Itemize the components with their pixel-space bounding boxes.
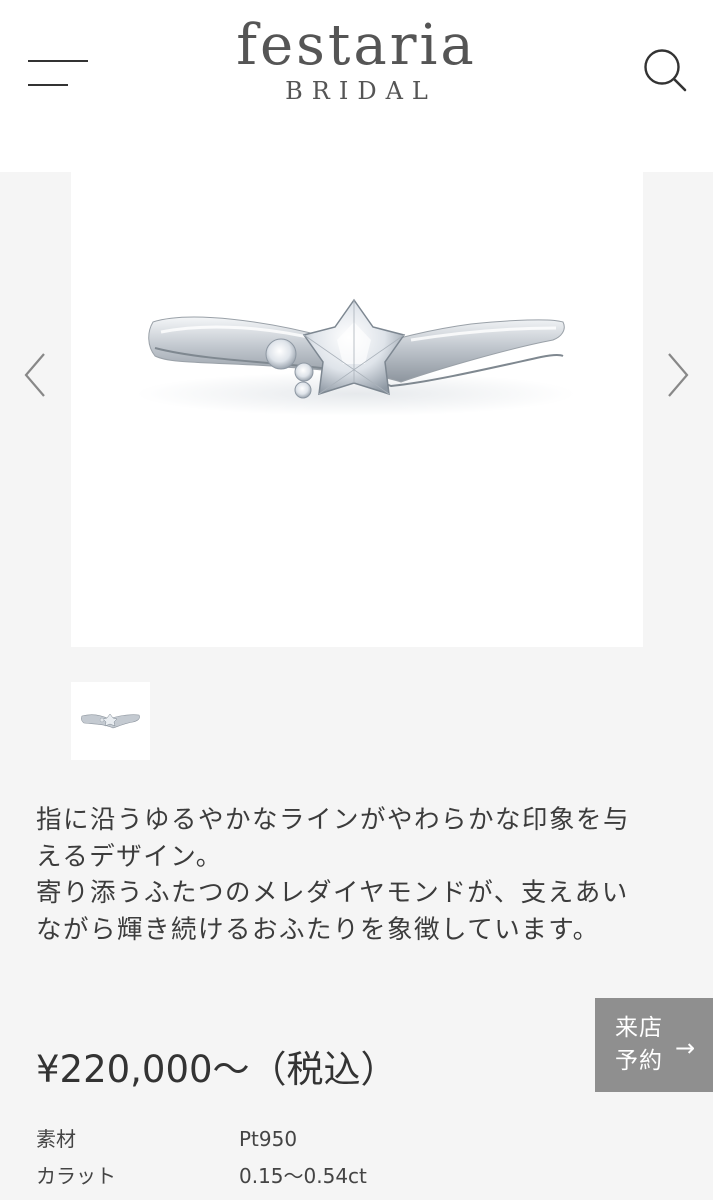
brand-name: festaria [236,13,477,78]
chevron-left-icon[interactable] [20,350,50,400]
visit-button-label: 来店 予約 [615,1012,663,1078]
store-visit-reservation-button[interactable]: 来店 予約 → [595,998,713,1092]
search-icon[interactable] [641,46,689,94]
spec-value: 0.15〜0.54ct [239,1164,367,1188]
arrow-right-icon: → [675,1034,696,1062]
description-line: ながら輝き続けるおふたりを象徴しています。 [36,914,600,945]
ring-thumbnail-image [81,713,140,729]
visit-label-line2: 予約 [615,1048,663,1074]
chevron-right-icon[interactable] [663,350,693,400]
description-line: えるデザイン。 [36,841,223,872]
brand-subtitle: BRIDAL [285,77,437,105]
product-thumbnail[interactable] [71,682,150,760]
spec-label: カラット [36,1164,116,1188]
visit-label-line1: 来店 [615,1015,663,1041]
product-main-image [71,172,643,647]
description-line: 指に沿うゆるやかなラインがやわらかな印象を与 [36,805,631,835]
platinum-engagement-ring-image [136,298,576,416]
product-description: 指に沿うゆるやかなラインがやわらかな印象を与 えるデザイン。 寄り添うふたつのメ… [36,802,676,948]
product-price: ¥220,000〜（税込） [36,1048,398,1091]
brand-logo[interactable]: festaria BRIDAL [0,14,713,106]
spec-label: 素材 [36,1127,76,1151]
spec-value: Pt950 [239,1127,298,1151]
site-header: festaria BRIDAL [0,0,713,172]
description-line: 寄り添うふたつのメレダイヤモンドが、支えあい [36,878,629,908]
